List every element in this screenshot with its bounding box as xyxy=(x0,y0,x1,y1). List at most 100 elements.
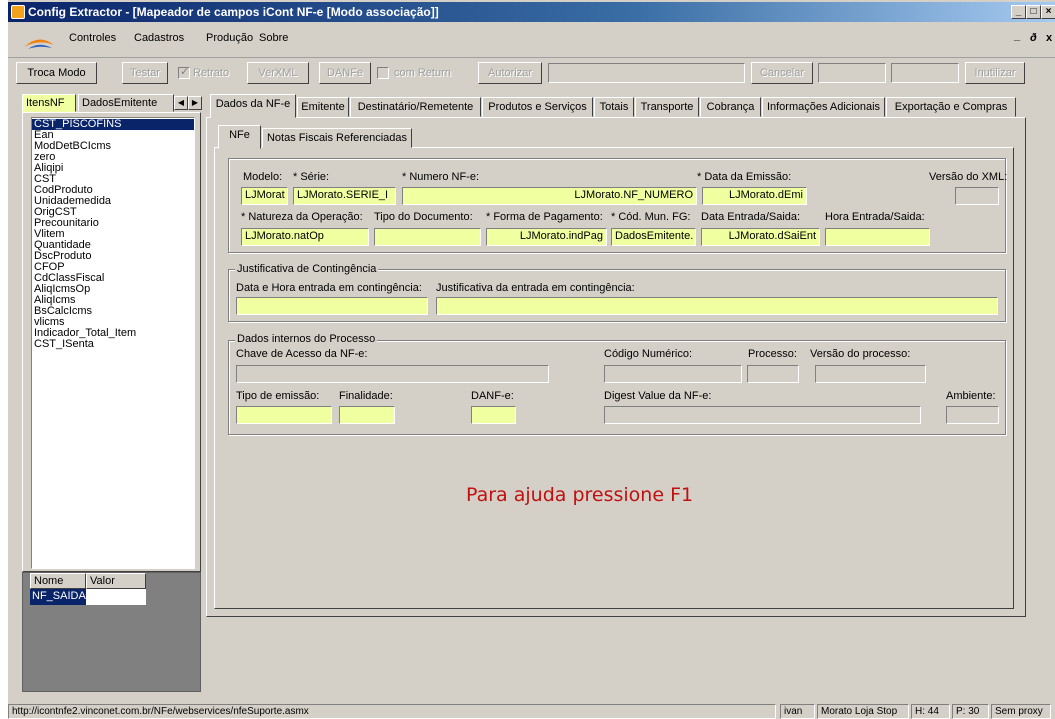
close-button[interactable]: × xyxy=(1041,5,1055,19)
app-icon xyxy=(11,5,25,19)
numero-label: * Numero NF-e: xyxy=(402,171,480,183)
tab-informacoes[interactable]: Informações Adicionais xyxy=(762,97,885,117)
troca-modo-button[interactable]: Troca Modo xyxy=(16,62,97,84)
tab-destinatario[interactable]: Destinatário/Remetente xyxy=(350,97,481,117)
chave-input[interactable] xyxy=(236,365,549,383)
cancelar-button[interactable]: Cancelar xyxy=(751,62,813,84)
tab-transporte[interactable]: Transporte xyxy=(635,97,699,117)
data-saida-input[interactable]: LJMorato.dSaiEnt xyxy=(701,228,820,246)
prop-row-nome[interactable]: NF_SAIDA xyxy=(30,589,86,605)
property-grid: Nome Valor NF_SAIDA xyxy=(22,572,201,692)
contingencia-title: Justificativa de Contingência xyxy=(235,263,379,275)
menu-producao[interactable]: Produção xyxy=(206,32,253,44)
tab-scroll-left-button[interactable]: ◀ xyxy=(174,96,188,110)
ambiente-label: Ambiente: xyxy=(946,390,996,402)
processo-input[interactable] xyxy=(747,365,799,383)
tab-cobranca[interactable]: Cobrança xyxy=(700,97,761,117)
status-h: H: 44 xyxy=(911,704,950,719)
cod-mun-label: * Cód. Mun. FG: xyxy=(611,211,691,223)
status-url: http://icontnfe2.vinconet.com.br/NFe/web… xyxy=(8,704,776,719)
inutilizar-field xyxy=(891,63,959,83)
digest-label: Digest Value da NF-e: xyxy=(604,390,712,402)
list-item[interactable]: CST_ISenta xyxy=(32,339,194,350)
inutilizar-button[interactable]: Inutilizar xyxy=(965,62,1025,84)
testar-button[interactable]: Testar xyxy=(122,62,168,84)
col-valor-header[interactable]: Valor xyxy=(86,573,146,589)
list-item[interactable]: Aliqipi xyxy=(32,163,194,174)
tab-nfe[interactable]: NFe xyxy=(218,125,261,149)
mdi-close-button[interactable]: x xyxy=(1046,32,1052,44)
forma-pag-label: * Forma de Pagamento: xyxy=(486,211,603,223)
tab-dados-nfe[interactable]: Dados da NF-e xyxy=(210,94,296,118)
versao-processo-input[interactable] xyxy=(815,365,926,383)
tipo-emissao-label: Tipo de emissão: xyxy=(236,390,320,402)
cod-mun-input[interactable]: DadosEmitente. xyxy=(611,228,696,246)
emissao-label: * Data da Emissão: xyxy=(697,171,792,183)
field-list-panel: CST_PISCOFINS Ean ModDetBCIcms zero Aliqipi C… xyxy=(22,112,201,572)
tipo-emissao-input[interactable] xyxy=(236,406,332,424)
menu-sobre[interactable]: Sobre xyxy=(259,32,288,44)
maximize-button[interactable]: □ xyxy=(1026,5,1041,19)
title-bar[interactable]: Config Extractor - [Mapeador de campos i… xyxy=(8,2,1055,22)
tab-notas-referenciadas[interactable]: Notas Fiscais Referenciadas xyxy=(262,128,412,148)
com-return-checkbox[interactable] xyxy=(377,67,389,79)
emissao-input[interactable]: LJMorato.dEmi xyxy=(702,187,807,205)
processo-title: Dados internos do Processo xyxy=(235,333,378,345)
left-edge xyxy=(0,0,8,719)
numero-input[interactable]: LJMorato.NF_NUMERO xyxy=(402,187,697,205)
danfe-button[interactable]: DANFe xyxy=(319,62,371,84)
data-hora-contingencia-input[interactable] xyxy=(236,297,428,315)
help-text: Para ajuda pressione F1 xyxy=(466,484,694,506)
tab-totais[interactable]: Totais xyxy=(594,97,634,117)
justificativa-input[interactable] xyxy=(436,297,998,315)
menu-controles[interactable]: Controles xyxy=(69,32,116,44)
versao-processo-label: Versão do processo: xyxy=(810,348,911,360)
col-nome-header[interactable]: Nome xyxy=(30,573,86,589)
forma-pag-input[interactable]: LJMorato.indPag xyxy=(486,228,607,246)
status-bar: http://icontnfe2.vinconet.com.br/NFe/web… xyxy=(8,703,1055,719)
danfe-input[interactable] xyxy=(471,406,516,424)
tipo-doc-label: Tipo do Documento: xyxy=(374,211,473,223)
processo-label: Processo: xyxy=(748,348,797,360)
status-user: ivan xyxy=(780,704,815,719)
chave-label: Chave de Acesso da NF-e: xyxy=(236,348,368,360)
digest-input[interactable] xyxy=(604,406,921,424)
tab-itensnf[interactable]: ItensNF xyxy=(22,94,76,112)
mdi-restore-button[interactable]: ð xyxy=(1030,32,1037,44)
status-store: Morato Loja Stop xyxy=(817,704,909,719)
data-hora-contingencia-label: Data e Hora entrada em contingência: xyxy=(236,282,422,294)
tab-emitente[interactable]: Emitente xyxy=(297,97,349,117)
tab-dadosemitente[interactable]: DadosEmitente xyxy=(78,94,174,112)
tab-produtos[interactable]: Produtos e Serviços xyxy=(482,97,593,117)
codigo-numerico-label: Código Numérico: xyxy=(604,348,693,360)
status-proxy: Sem proxy xyxy=(991,704,1051,719)
tipo-doc-input[interactable] xyxy=(374,228,481,246)
autorizar-button[interactable]: Autorizar xyxy=(478,62,542,84)
hora-saida-label: Hora Entrada/Saida: xyxy=(825,211,925,223)
justificativa-label: Justificativa da entrada em contingência… xyxy=(436,282,635,294)
tab-scroll-right-button[interactable]: ▶ xyxy=(188,96,202,110)
list-item[interactable]: ModDetBCIcms xyxy=(32,141,194,152)
list-item[interactable]: CST_PISCOFINS xyxy=(32,119,194,130)
ambiente-input[interactable] xyxy=(946,406,999,424)
prop-row-valor[interactable] xyxy=(86,589,146,605)
modelo-input[interactable]: LJMorat xyxy=(241,187,288,205)
menu-cadastros[interactable]: Cadastros xyxy=(134,32,184,44)
mdi-minimize-button[interactable]: _ xyxy=(1014,30,1020,42)
versao-xml-label: Versão do XML: xyxy=(929,171,1008,183)
codigo-numerico-input[interactable] xyxy=(604,365,742,383)
serie-input[interactable]: LJMorato.SERIE_I xyxy=(293,187,396,205)
field-list[interactable]: CST_PISCOFINS Ean ModDetBCIcms zero Aliqipi C… xyxy=(31,117,195,569)
natureza-input[interactable]: LJMorato.natOp xyxy=(241,228,369,246)
retrato-checkbox[interactable]: ✓ xyxy=(178,66,190,79)
data-saida-label: Data Entrada/Saida: xyxy=(701,211,801,223)
tab-exportacao[interactable]: Exportação e Compras xyxy=(886,97,1016,117)
cancelar-field xyxy=(818,63,886,83)
danfe-label: DANF-e: xyxy=(471,390,514,402)
minimize-button[interactable]: _ xyxy=(1011,5,1026,19)
autorizar-field xyxy=(548,63,745,83)
hora-saida-input[interactable] xyxy=(825,228,930,246)
finalidade-input[interactable] xyxy=(339,406,395,424)
ver-xml-button[interactable]: VerXML xyxy=(247,62,309,84)
versao-xml-input[interactable] xyxy=(955,187,999,205)
